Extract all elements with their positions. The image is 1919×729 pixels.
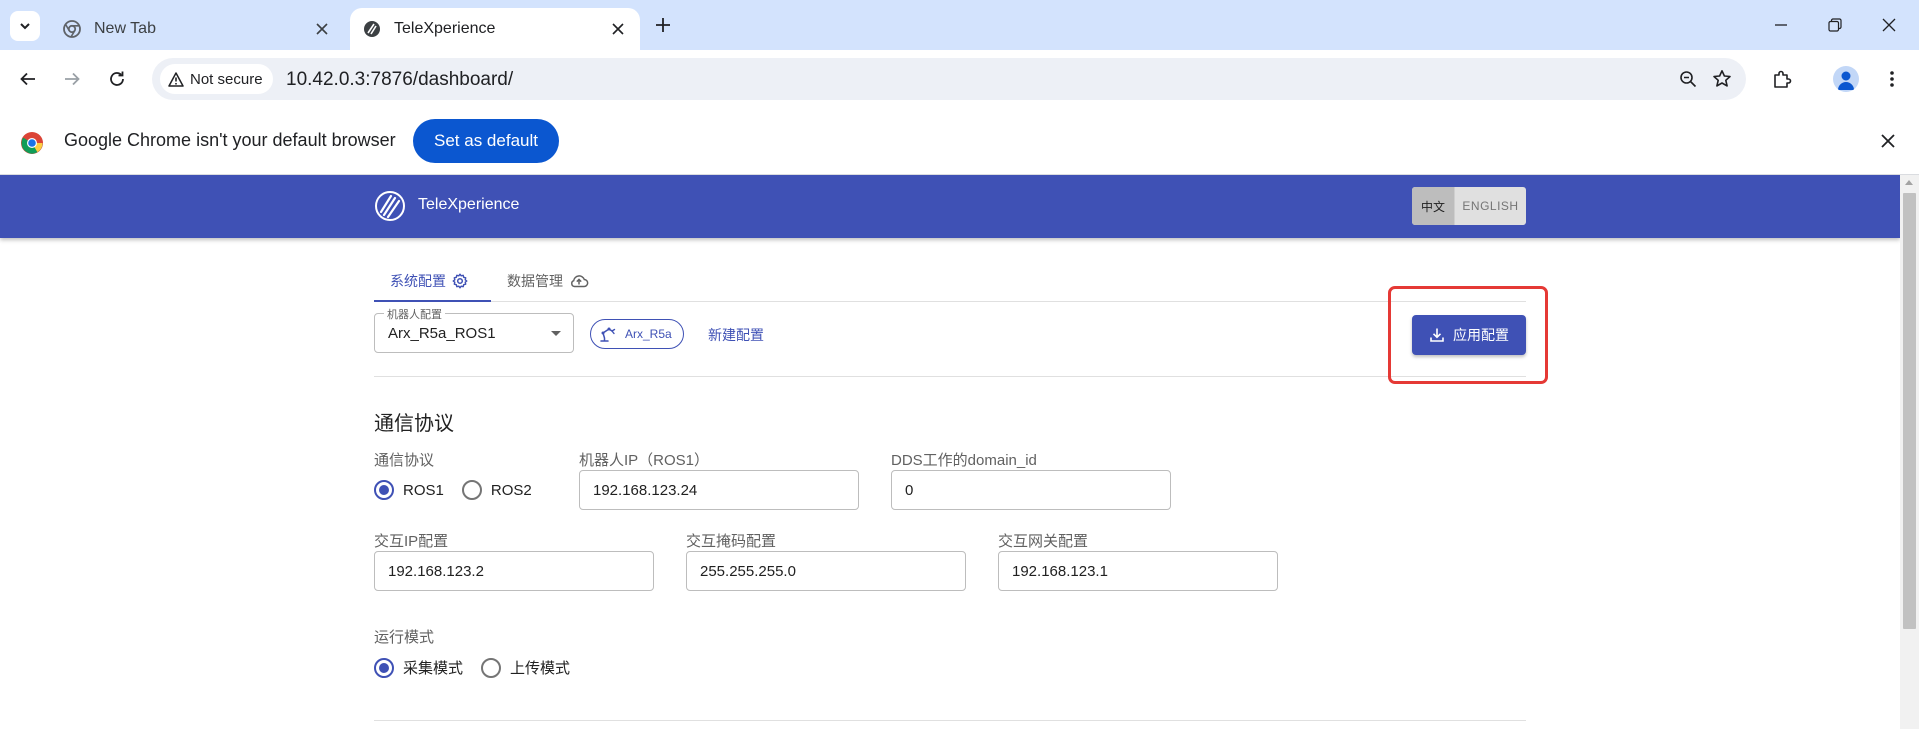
chrome-menu-button[interactable] [1876, 63, 1908, 95]
close-icon[interactable] [310, 17, 334, 41]
minimize-icon [1775, 24, 1787, 26]
lang-en-button[interactable]: ENGLISH [1454, 187, 1526, 225]
page-viewport: TeleXperience 中文 ENGLISH 系统配置 数据管理 机器人配置… [0, 175, 1900, 729]
netmask-label: 交互掩码配置 [686, 533, 777, 550]
ros1-label: ROS1 [403, 481, 444, 499]
restore-button[interactable] [1820, 10, 1850, 40]
language-toggle: 中文 ENGLISH [1412, 187, 1526, 225]
gateway-input[interactable]: 192.168.123.1 [998, 551, 1278, 591]
reload-icon [110, 71, 124, 86]
arrow-left-icon [20, 72, 35, 86]
chrome-icon [62, 19, 82, 39]
collect-mode-label: 采集模式 [403, 660, 464, 677]
profile-button[interactable] [1830, 63, 1862, 95]
apply-config-label: 应用配置 [1453, 327, 1509, 343]
ros1-radio[interactable] [374, 480, 394, 500]
plus-icon [656, 18, 670, 32]
avatar [1833, 66, 1859, 92]
brand-logo-icon [375, 191, 405, 221]
arrow-right-icon [65, 72, 80, 86]
tab-title: New Tab [94, 20, 156, 37]
robot-config-value: Arx_R5a_ROS1 [388, 325, 496, 342]
ros2-label: ROS2 [490, 481, 532, 499]
upload-mode-radio[interactable] [481, 657, 502, 678]
url-text[interactable]: 10.42.0.3:7876/dashboard/ [286, 69, 513, 91]
address-bar[interactable]: Not secure 10.42.0.3:7876/dashboard/ [152, 58, 1746, 100]
robot-config-row: 机器人配置 Arx_R5a_ROS1 Arx_R5a 新建配置 应用配置 [374, 302, 1526, 377]
collect-mode-radio[interactable] [374, 657, 394, 678]
dropdown-arrow-icon [551, 331, 561, 336]
browser-tab-strip: New Tab TeleXperience [0, 0, 1919, 50]
app-header: TeleXperience 中文 ENGLISH [0, 175, 1900, 238]
minimize-button[interactable] [1766, 10, 1796, 40]
chevron-down-icon [20, 23, 30, 30]
robot-config-label: 机器人配置 [384, 306, 445, 322]
robot-arm-icon [599, 325, 617, 343]
robot-type-chip[interactable]: Arx_R5a [590, 319, 684, 349]
tab-system-config[interactable]: 系统配置 [390, 259, 468, 302]
interact-ip-label: 交互IP配置 [374, 533, 449, 550]
protocol-radio-group: ROS1 ROS2 [374, 480, 550, 500]
set-as-default-button[interactable]: Set as default [413, 119, 559, 163]
tab-search-button[interactable] [10, 11, 40, 41]
close-icon [1882, 18, 1896, 32]
cloud-upload-icon [569, 273, 589, 289]
default-browser-infobar: Google Chrome isn't your default browser… [0, 107, 1919, 175]
window-close-button[interactable] [1874, 10, 1904, 40]
extensions-button[interactable] [1766, 63, 1798, 95]
robot-config-select[interactable]: 机器人配置 Arx_R5a_ROS1 [374, 306, 574, 353]
bookmark-star-icon[interactable] [1710, 67, 1734, 91]
chrome-logo-icon [21, 132, 43, 154]
upload-mode-label: 上传模式 [510, 660, 571, 677]
infobar-close-button[interactable] [1876, 129, 1900, 153]
gear-icon [452, 273, 468, 289]
protocol-label: 通信协议 [374, 452, 435, 469]
back-button[interactable] [12, 63, 44, 95]
tab-label: 数据管理 [507, 272, 563, 289]
robot-ip-label: 机器人IP（ROS1） [579, 452, 710, 469]
scroll-up-arrow-icon[interactable] [1905, 180, 1913, 185]
ros2-radio[interactable] [461, 480, 482, 500]
close-icon [1881, 134, 1895, 148]
infobar-message: Google Chrome isn't your default browser [64, 130, 396, 150]
gateway-label: 交互网关配置 [998, 533, 1089, 550]
run-mode-label: 运行模式 [374, 629, 435, 646]
tab-label: 系统配置 [390, 272, 446, 289]
comm-section-title: 通信协议 [374, 413, 454, 435]
new-tab-button[interactable] [650, 12, 676, 38]
more-vert-icon [1890, 71, 1894, 87]
warning-icon [168, 71, 184, 87]
domain-id-label: DDS工作的domain_id [891, 452, 1037, 469]
reload-button[interactable] [101, 63, 133, 95]
tab-data-management[interactable]: 数据管理 [507, 259, 589, 302]
security-chip[interactable]: Not secure [160, 64, 273, 94]
section-tabs: 系统配置 数据管理 [374, 259, 1526, 302]
new-config-button[interactable]: 新建配置 [708, 325, 764, 345]
restore-icon [1828, 18, 1842, 32]
scrollbar-thumb[interactable] [1903, 193, 1916, 629]
section-divider [374, 720, 1526, 721]
tab-title: TeleXperience [394, 20, 496, 37]
robot-chip-label: Arx_R5a [625, 327, 672, 341]
brand-name: TeleXperience [418, 196, 520, 213]
apply-config-button[interactable]: 应用配置 [1412, 315, 1526, 355]
puzzle-icon [1774, 70, 1792, 88]
robot-ip-input[interactable]: 192.168.123.24 [579, 470, 859, 510]
zoom-icon[interactable] [1676, 67, 1700, 91]
domain-id-input[interactable]: 0 [891, 470, 1171, 510]
download-icon [1429, 327, 1445, 343]
page-scrollbar[interactable] [1900, 175, 1919, 729]
security-label: Not secure [190, 70, 263, 88]
forward-button[interactable] [56, 63, 88, 95]
browser-toolbar: Not secure 10.42.0.3:7876/dashboard/ [0, 50, 1919, 107]
telexperience-favicon [362, 19, 382, 39]
interact-ip-input[interactable]: 192.168.123.2 [374, 551, 654, 591]
netmask-input[interactable]: 255.255.255.0 [686, 551, 966, 591]
run-mode-radio-group: 采集模式 上传模式 [374, 657, 588, 678]
lang-zh-button[interactable]: 中文 [1412, 187, 1454, 225]
close-icon[interactable] [606, 17, 630, 41]
tab-new-tab[interactable]: New Tab [50, 8, 344, 50]
tab-telexperience[interactable]: TeleXperience [350, 8, 640, 50]
